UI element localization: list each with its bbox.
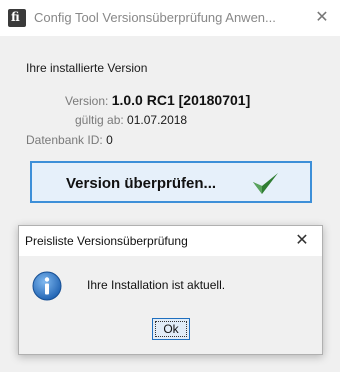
- checkmark-icon: [253, 173, 278, 194]
- dialog-close-button[interactable]: ✕: [291, 230, 313, 252]
- window-title: Config Tool Versionsüberprüfung Anwen...: [34, 10, 276, 25]
- window-close-button[interactable]: ✕: [312, 8, 332, 28]
- valid-from-value: 01.07.2018: [127, 113, 188, 127]
- database-value: 0: [106, 133, 113, 147]
- dialog-message: Ihre Installation ist aktuell.: [87, 278, 226, 292]
- installed-version-header: Ihre installierte Version: [26, 61, 148, 75]
- dialog-title: Preisliste Versionsüberprüfung: [25, 234, 188, 248]
- app-icon: fi: [8, 9, 26, 27]
- dialog-title-bar: Preisliste Versionsüberprüfung ✕: [19, 226, 322, 256]
- version-row: Version: 1.0.0 RC1 [20180701]: [65, 92, 250, 108]
- ok-button[interactable]: Ok: [152, 318, 190, 340]
- app-icon-glyph: fi: [11, 10, 20, 24]
- title-bar: fi Config Tool Versionsüberprüfung Anwen…: [0, 0, 340, 36]
- check-version-button[interactable]: Version überprüfen...: [30, 161, 312, 203]
- database-row: Datenbank ID: 0: [26, 133, 113, 147]
- update-dialog: Preisliste Versionsüberprüfung ✕ Ihre In…: [18, 225, 323, 355]
- valid-from-label: gültig ab:: [75, 113, 124, 127]
- version-value: 1.0.0 RC1 [20180701]: [111, 92, 251, 108]
- ok-label: Ok: [155, 321, 187, 337]
- valid-from-row: gültig ab: 01.07.2018: [75, 113, 187, 127]
- database-label: Datenbank ID:: [26, 133, 103, 147]
- check-version-label: Version überprüfen...: [66, 175, 217, 192]
- info-icon: [32, 271, 62, 301]
- version-label: Version:: [65, 94, 109, 108]
